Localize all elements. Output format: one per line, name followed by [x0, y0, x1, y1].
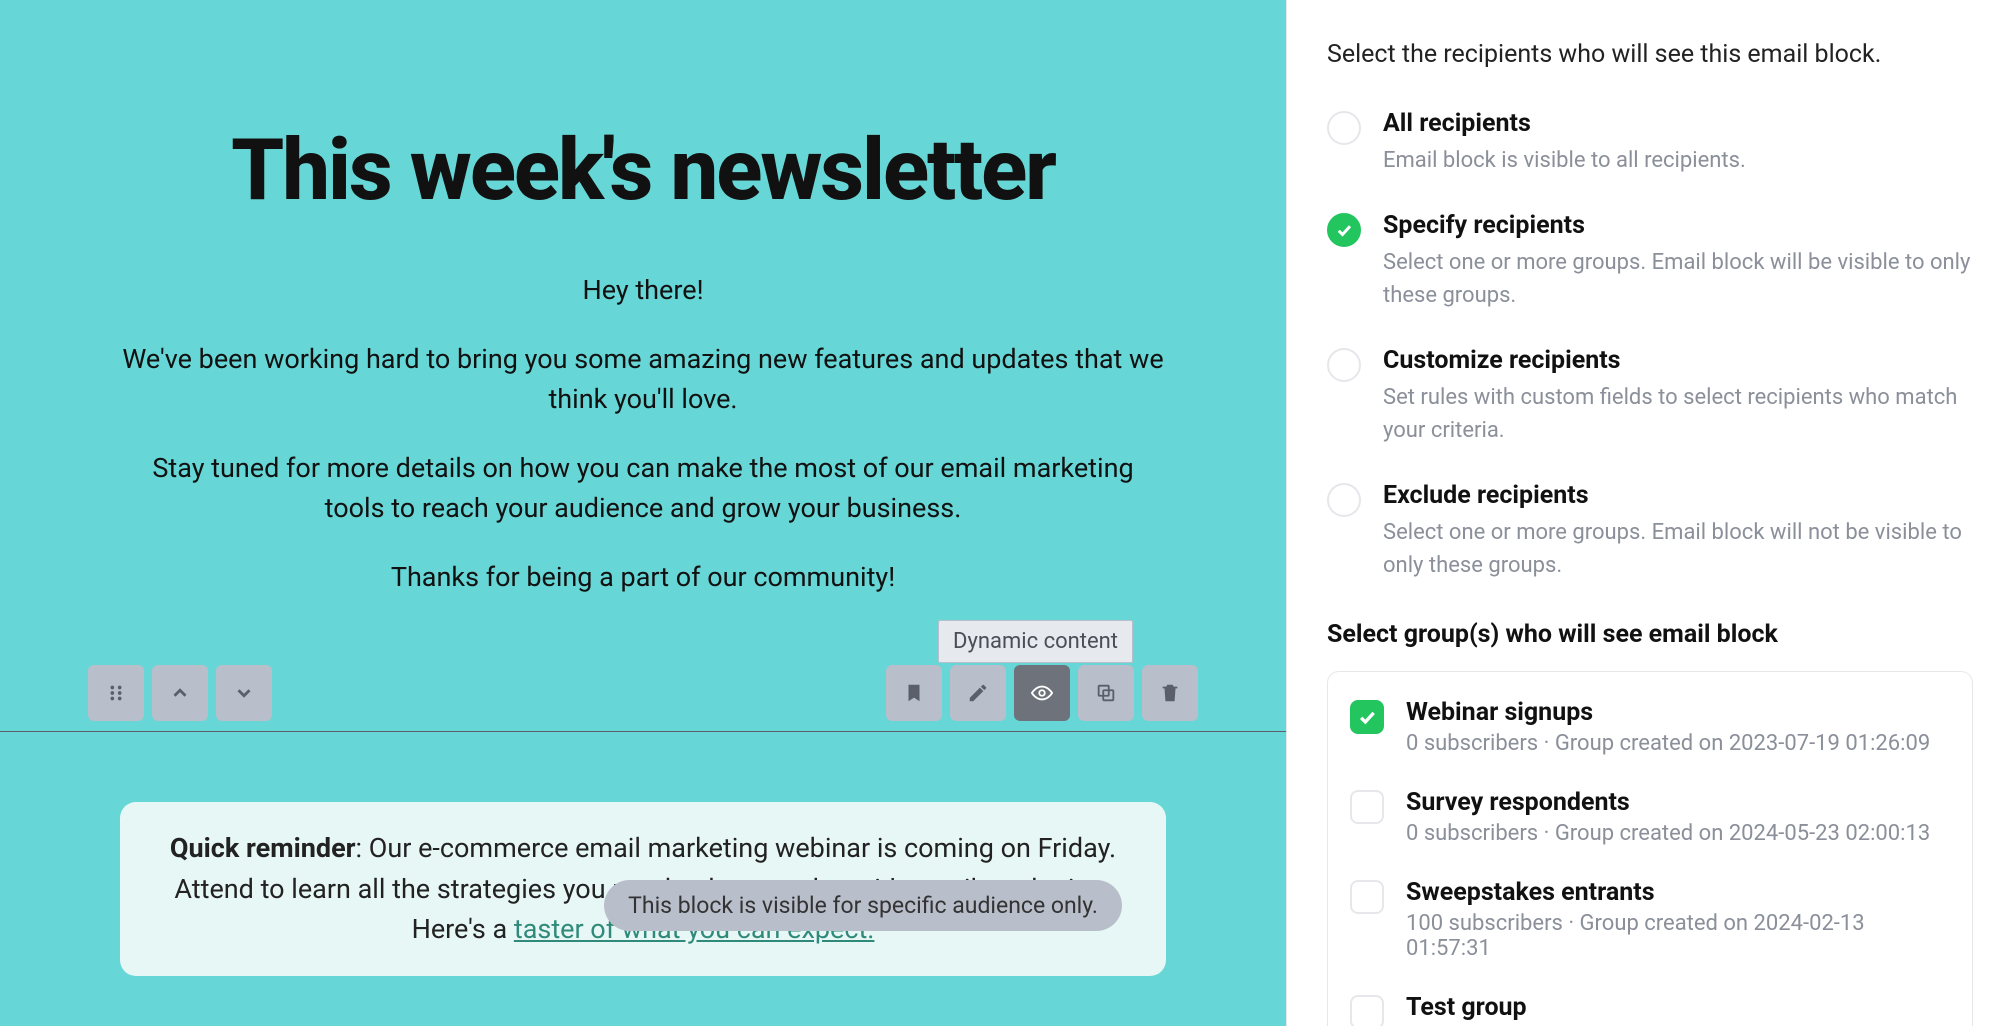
check-icon: [1357, 707, 1377, 727]
group-survey-respondents[interactable]: Survey respondents 0 subscribers · Group…: [1350, 772, 1950, 862]
radio-label: Specify recipients: [1383, 211, 1973, 240]
check-icon: [1335, 221, 1353, 239]
group-meta: 0 subscribers · Group created on 2023-07…: [1406, 731, 1930, 756]
radio-desc: Select one or more groups. Email block w…: [1383, 516, 1973, 582]
group-name: Test group: [1406, 993, 1930, 1022]
group-webinar-signups[interactable]: Webinar signups 0 subscribers · Group cr…: [1350, 682, 1950, 772]
email-canvas: This week's newsletter Hey there! We've …: [0, 0, 1286, 1026]
reminder-block[interactable]: Quick reminder: Our e-commerce email mar…: [0, 732, 1286, 986]
greeting-text: Hey there!: [120, 270, 1166, 311]
group-sweepstakes-entrants[interactable]: Sweepstakes entrants 100 subscribers · G…: [1350, 862, 1950, 977]
group-name: Survey respondents: [1406, 788, 1930, 817]
radio-indicator-checked: [1327, 213, 1361, 247]
checkbox-checked: [1350, 700, 1384, 734]
delete-button[interactable]: [1142, 665, 1198, 721]
radio-specify-recipients[interactable]: Specify recipients Select one or more gr…: [1327, 211, 1973, 312]
reminder-label: Quick reminder: [170, 832, 356, 864]
eye-icon: [1031, 682, 1053, 704]
duplicate-button[interactable]: [1078, 665, 1134, 721]
email-background: This week's newsletter Hey there! We've …: [0, 0, 1286, 1026]
radio-desc: Email block is visible to all recipients…: [1383, 144, 1746, 177]
drag-handle-icon: [105, 682, 127, 704]
pencil-icon: [967, 682, 989, 704]
sidebar-instruction: Select the recipients who will see this …: [1327, 40, 1973, 69]
chevron-down-icon: [233, 682, 255, 704]
radio-customize-recipients[interactable]: Customize recipients Set rules with cust…: [1327, 346, 1973, 447]
group-meta: 100 subscribers · Group created on 2024-…: [1406, 911, 1950, 961]
group-name: Sweepstakes entrants: [1406, 878, 1950, 907]
radio-label: All recipients: [1383, 109, 1746, 138]
radio-desc: Select one or more groups. Email block w…: [1383, 246, 1973, 312]
radio-desc: Set rules with custom fields to select r…: [1383, 381, 1973, 447]
radio-label: Exclude recipients: [1383, 481, 1973, 510]
newsletter-title: This week's newsletter: [120, 120, 1166, 220]
newsletter-body: Hey there! We've been working hard to br…: [120, 270, 1166, 597]
group-name: Webinar signups: [1406, 698, 1930, 727]
copy-icon: [1095, 682, 1117, 704]
block-toolbar: [0, 665, 1286, 721]
drag-handle-button[interactable]: [88, 665, 144, 721]
radio-indicator: [1327, 348, 1361, 382]
radio-all-recipients[interactable]: All recipients Email block is visible to…: [1327, 109, 1973, 177]
bookmark-icon: [903, 682, 925, 704]
edit-button[interactable]: [950, 665, 1006, 721]
dynamic-content-tooltip: Dynamic content: [938, 620, 1133, 663]
group-test-group[interactable]: Test group 0 subscribers · Group created…: [1350, 977, 1950, 1026]
checkbox: [1350, 995, 1384, 1026]
trash-icon: [1159, 682, 1181, 704]
radio-label: Customize recipients: [1383, 346, 1973, 375]
checkbox: [1350, 790, 1384, 824]
settings-sidebar: Select the recipients who will see this …: [1286, 0, 1999, 1026]
group-meta: 0 subscribers · Group created on 2024-05…: [1406, 821, 1930, 846]
visibility-notice: This block is visible for specific audie…: [604, 880, 1122, 931]
checkbox: [1350, 880, 1384, 914]
bookmark-button[interactable]: [886, 665, 942, 721]
move-up-button[interactable]: [152, 665, 208, 721]
groups-list: Webinar signups 0 subscribers · Group cr…: [1327, 671, 1973, 1026]
radio-exclude-recipients[interactable]: Exclude recipients Select one or more gr…: [1327, 481, 1973, 582]
newsletter-header-block: This week's newsletter Hey there! We've …: [0, 0, 1286, 665]
radio-indicator: [1327, 111, 1361, 145]
move-down-button[interactable]: [216, 665, 272, 721]
paragraph-3: Thanks for being a part of our community…: [120, 557, 1166, 598]
radio-indicator: [1327, 483, 1361, 517]
paragraph-2: Stay tuned for more details on how you c…: [120, 448, 1166, 529]
chevron-up-icon: [169, 682, 191, 704]
paragraph-1: We've been working hard to bring you som…: [120, 339, 1166, 420]
recipient-mode-list: All recipients Email block is visible to…: [1327, 109, 1973, 582]
dynamic-content-button[interactable]: [1014, 665, 1070, 721]
groups-heading: Select group(s) who will see email block: [1327, 620, 1973, 649]
